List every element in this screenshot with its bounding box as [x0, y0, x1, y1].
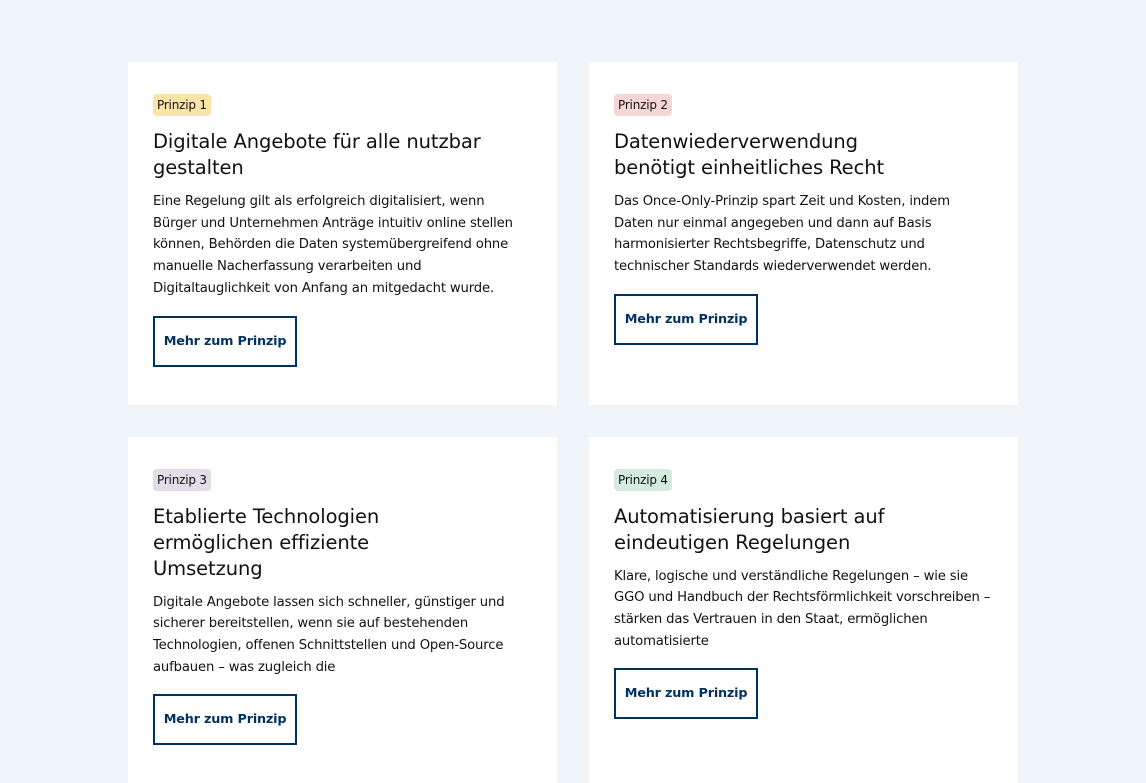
principle-description: Eine Regelung gilt als erfolgreich digit…	[153, 194, 513, 296]
principle-description: Digitale Angebote lassen sich schneller,…	[153, 594, 505, 675]
principle-card-3: Prinzip 3 Etablierte Technologien ermögl…	[128, 436, 557, 783]
principle-card-4: Prinzip 4 Automatisierung basiert auf ei…	[589, 436, 1018, 783]
more-about-principle-button[interactable]: Mehr zum Prinzip	[614, 293, 758, 345]
principle-badge: Prinzip 2	[614, 94, 672, 116]
principles-grid: Prinzip 1 Digitale Angebote für alle nut…	[128, 62, 1018, 783]
principle-card-2: Prinzip 2 Datenwiederverwendung benötigt…	[589, 62, 1018, 405]
principle-card-1: Prinzip 1 Digitale Angebote für alle nut…	[128, 62, 557, 405]
principle-title: Datenwiederverwendung benötigt einheitli…	[614, 130, 885, 179]
principle-title: Automatisierung basiert auf eindeutigen …	[614, 504, 885, 554]
principle-badge: Prinzip 1	[153, 94, 211, 116]
principle-title: Digitale Angebote für alle nutzbar gesta…	[153, 130, 481, 179]
principle-badge: Prinzip 4	[614, 468, 672, 491]
principle-description: Das Once-Only-Prinzip spart Zeit und Kos…	[614, 194, 950, 275]
more-about-principle-button[interactable]: Mehr zum Prinzip	[614, 668, 758, 720]
principle-title: Etablierte Technologien ermöglichen effi…	[153, 504, 380, 580]
principle-badge: Prinzip 3	[153, 468, 211, 491]
more-about-principle-button[interactable]: Mehr zum Prinzip	[153, 315, 297, 367]
principle-description: Klare, logische und verständliche Regelu…	[614, 568, 991, 649]
more-about-principle-button[interactable]: Mehr zum Prinzip	[153, 694, 297, 746]
